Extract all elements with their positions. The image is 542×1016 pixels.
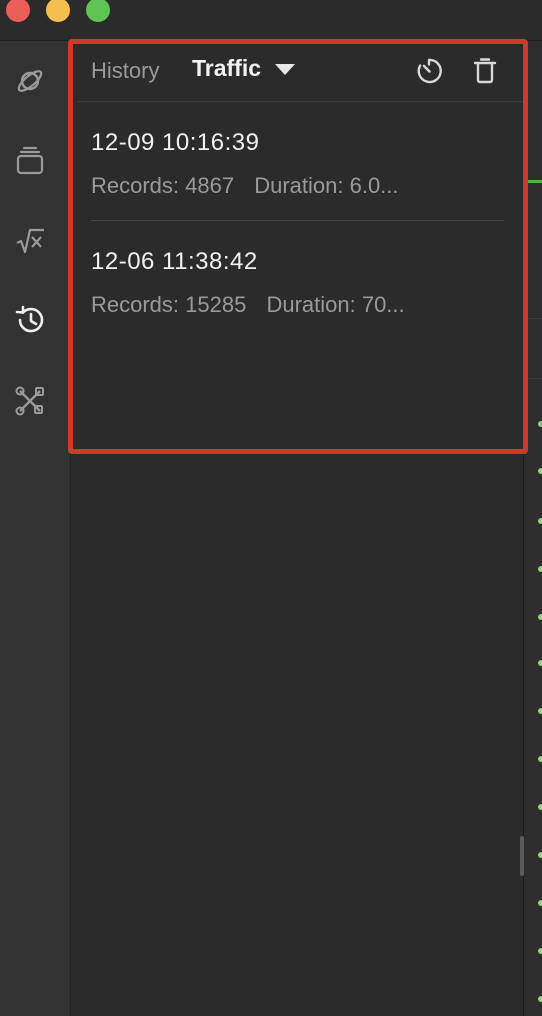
status-dot [538, 948, 542, 954]
zoom-window-button[interactable] [86, 0, 110, 22]
status-dot [538, 900, 542, 906]
entry-duration: Duration: 6.0... [254, 173, 399, 198]
history-type-value: Traffic [192, 55, 262, 81]
scrollbar-thumb[interactable] [520, 836, 524, 876]
history-entry[interactable]: 12-09 10:16:39 Records: 4867 Duration: 6… [91, 129, 504, 199]
clear-history-button[interactable] [469, 55, 501, 87]
status-dot [538, 421, 542, 427]
entry-timestamp: 12-09 10:16:39 [91, 129, 260, 156]
trash-icon [473, 58, 497, 84]
history-type-dropdown[interactable]: Traffic [192, 55, 296, 82]
activity-item-tools[interactable] [10, 381, 50, 421]
sqrt-x-icon [16, 228, 44, 254]
close-window-button[interactable] [6, 0, 30, 22]
history-entry[interactable]: 12-06 11:38:42 Records: 15285 Duration: … [91, 248, 504, 318]
status-dot [538, 468, 542, 474]
activity-item-formula[interactable] [10, 221, 50, 261]
activity-item-planet[interactable] [10, 61, 50, 101]
list-row-separator [524, 318, 542, 319]
status-dot [538, 614, 542, 620]
timer-button[interactable] [413, 55, 445, 87]
activity-item-history[interactable] [10, 300, 50, 340]
history-panel: History Traffic 12-09 10:16:39 Records: … [71, 41, 523, 1016]
entry-records: Records: 4867 [91, 173, 235, 198]
stack-icon [16, 146, 44, 175]
activity-item-stack[interactable] [10, 141, 50, 181]
tools-icon [15, 386, 44, 416]
list-row-separator [524, 378, 542, 379]
status-dot [538, 660, 542, 666]
status-dot [538, 804, 542, 810]
planet-icon [17, 70, 43, 92]
status-dot [538, 996, 542, 1002]
adjacent-list-edge [524, 41, 542, 1016]
entry-duration: Duration: 70... [266, 292, 405, 317]
chevron-down-icon [275, 64, 296, 75]
minimize-window-button[interactable] [46, 0, 70, 22]
status-dot [538, 566, 542, 572]
history-icon [15, 305, 44, 333]
entry-records: Records: 15285 [91, 292, 247, 317]
window-titlebar [0, 0, 542, 41]
entry-timestamp: 12-06 11:38:42 [91, 248, 258, 275]
entry-divider [91, 220, 504, 221]
status-indicator-line [528, 180, 542, 183]
panel-header: History Traffic [77, 41, 523, 102]
panel-title: History [91, 58, 160, 83]
status-dot [538, 852, 542, 858]
status-dot [538, 756, 542, 762]
status-dot [538, 518, 542, 524]
entry-meta: Records: 4867 Duration: 6.0... [91, 173, 504, 199]
entry-meta: Records: 15285 Duration: 70... [91, 292, 504, 318]
timer-icon [417, 58, 442, 84]
status-dot [538, 708, 542, 714]
activity-bar [0, 41, 71, 1016]
